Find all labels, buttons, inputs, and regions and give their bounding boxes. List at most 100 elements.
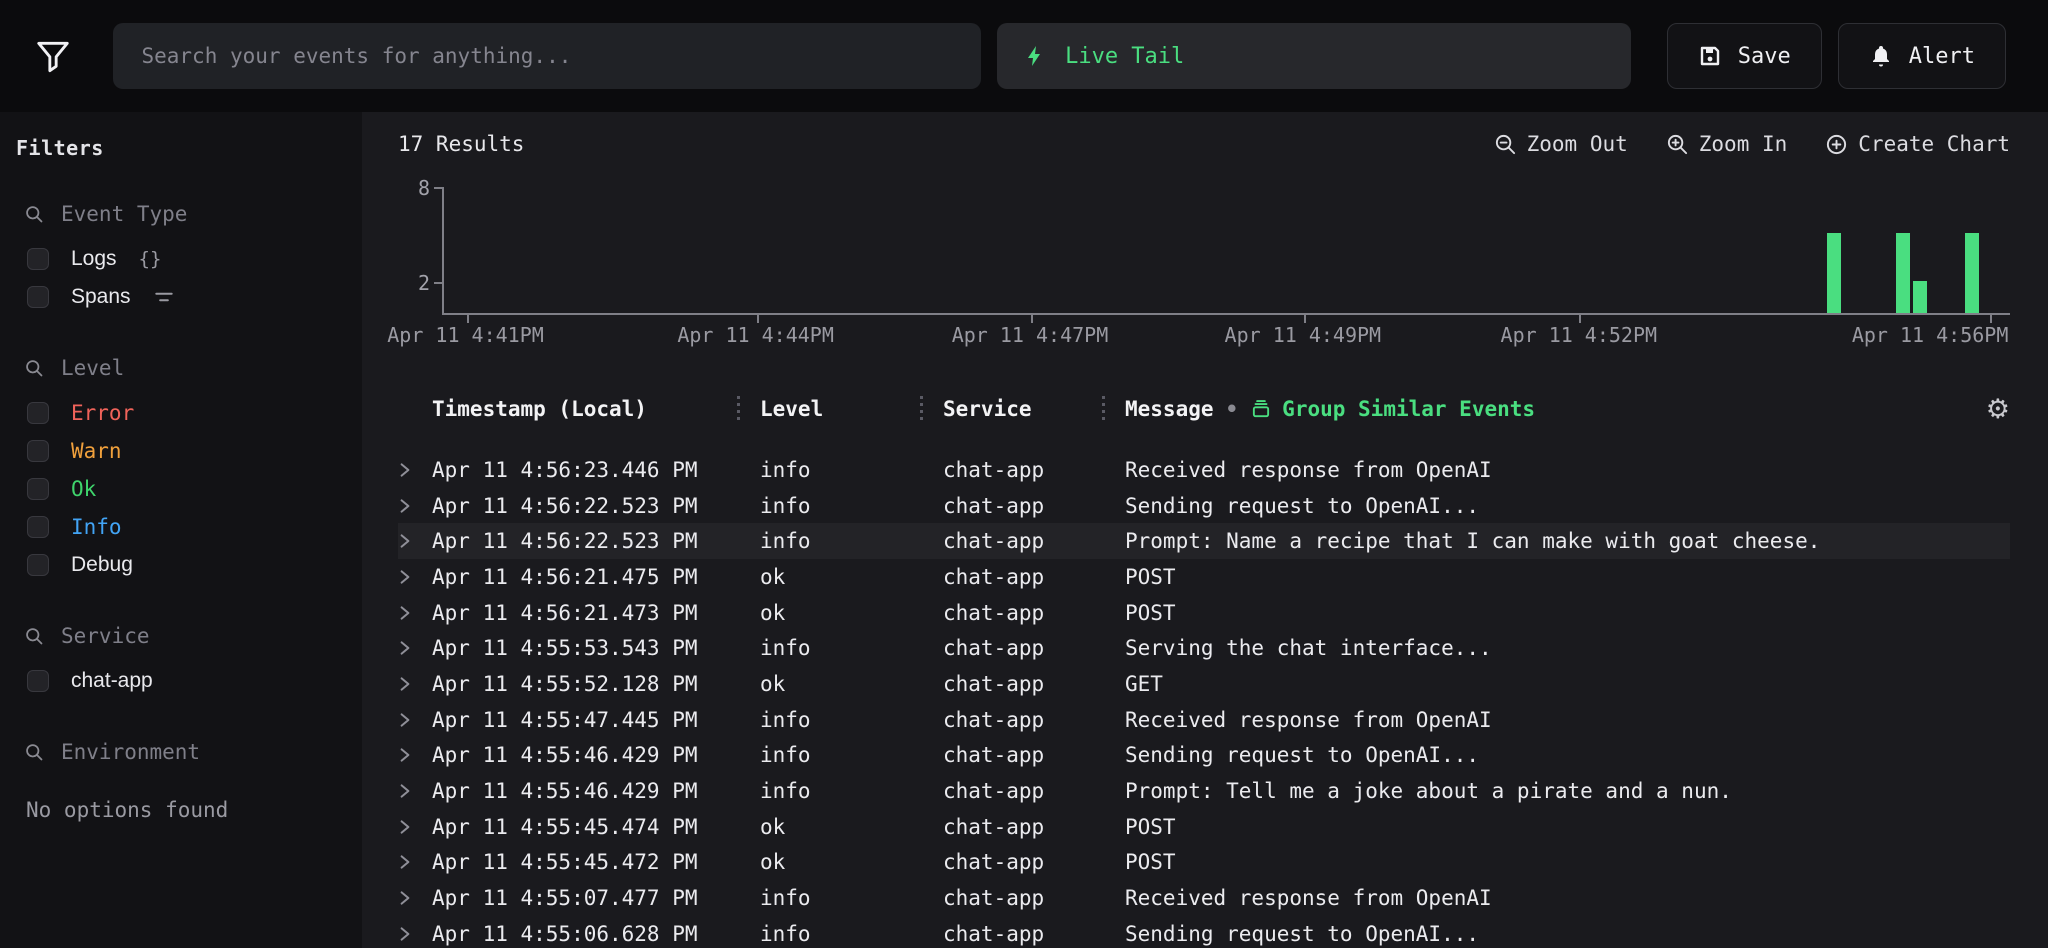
cell-service: chat-app — [922, 922, 1104, 946]
alert-label: Alert — [1909, 44, 1975, 69]
column-resize-handle[interactable] — [920, 396, 923, 422]
cell-timestamp: Apr 11 4:55:53.543 PM — [432, 636, 739, 660]
save-button[interactable]: Save — [1667, 23, 1822, 89]
zoom-in-button[interactable]: Zoom In — [1666, 132, 1788, 156]
cell-level: ok — [739, 601, 922, 625]
y-axis-label: 2 — [398, 271, 430, 295]
facet-search-service — [16, 620, 350, 652]
checkbox[interactable] — [27, 554, 49, 576]
table-settings-gear-icon[interactable]: ⚙ — [1986, 396, 2010, 423]
cell-timestamp: Apr 11 4:56:23.446 PM — [432, 458, 739, 482]
facet-option-logs[interactable]: Logs{} — [16, 240, 350, 278]
facet-search-input-service[interactable] — [61, 624, 281, 648]
facet-search-environment — [16, 736, 350, 768]
cell-level: ok — [739, 815, 922, 839]
table-row[interactable]: Apr 11 4:56:23.446 PMinfochat-appReceive… — [398, 452, 2010, 488]
column-header-level: Level — [739, 397, 922, 421]
facet-group-environment: No options found — [16, 736, 350, 822]
checkbox[interactable] — [27, 670, 49, 692]
facet-option-error[interactable]: Error — [16, 394, 350, 432]
facet-options-level: Error Warn Ok InfoDebug — [16, 394, 350, 584]
spans-icon-wrap — [153, 288, 175, 306]
table-row[interactable]: Apr 11 4:56:22.523 PMinfochat-appPrompt:… — [398, 523, 2010, 559]
cell-message: Prompt: Name a recipe that I can make wi… — [1104, 529, 2010, 553]
facet-option-label: Ok — [71, 477, 96, 501]
facet-group-service: chat-app — [16, 620, 350, 700]
chevron-right-icon — [398, 889, 412, 907]
search-icon — [24, 742, 45, 763]
table-row[interactable]: Apr 11 4:55:45.472 PMokchat-appPOST — [398, 845, 2010, 881]
facet-option-ok[interactable]: Ok — [16, 470, 350, 508]
table-row[interactable]: Apr 11 4:55:52.128 PMokchat-appGET — [398, 666, 2010, 702]
search-input[interactable] — [113, 23, 981, 89]
table-row[interactable]: Apr 11 4:56:22.523 PMinfochat-appSending… — [398, 488, 2010, 524]
cell-timestamp: Apr 11 4:56:22.523 PM — [432, 529, 739, 553]
x-axis-label: Apr 11 4:52PM — [1501, 323, 1658, 347]
checkbox[interactable] — [27, 402, 49, 424]
zoom-out-button[interactable]: Zoom Out — [1494, 132, 1628, 156]
table-row[interactable]: Apr 11 4:55:47.445 PMinfochat-appReceive… — [398, 702, 2010, 738]
bullet-separator: • — [1226, 397, 1239, 421]
facet-search-input-level[interactable] — [61, 356, 281, 380]
table-row[interactable]: Apr 11 4:55:06.628 PMinfochat-appSending… — [398, 916, 2010, 948]
facet-option-chat-app[interactable]: chat-app — [16, 662, 350, 700]
cell-message: POST — [1104, 565, 2010, 589]
chevron-right-icon — [398, 639, 412, 657]
table-row[interactable]: Apr 11 4:55:46.429 PMinfochat-appPrompt:… — [398, 773, 2010, 809]
chart-plot-area[interactable]: 28 — [442, 187, 2010, 315]
facet-groups: Logs{}Spans Error Warn Ok InfoDebug chat-app N… — [16, 198, 350, 822]
facet-search-event-type — [16, 198, 350, 230]
table-row[interactable]: Apr 11 4:55:46.429 PMinfochat-appSending… — [398, 738, 2010, 774]
table-header: Timestamp (Local) Level Service Message … — [398, 391, 2010, 427]
row-expand-cell — [398, 604, 432, 622]
live-tail-button[interactable]: Live Tail — [997, 23, 1631, 89]
checkbox[interactable] — [27, 478, 49, 500]
checkbox[interactable] — [27, 248, 49, 270]
cell-level: info — [739, 922, 922, 946]
alert-button[interactable]: Alert — [1838, 23, 2006, 89]
cell-level: info — [739, 458, 922, 482]
facet-option-spans[interactable]: Spans — [16, 278, 350, 316]
table-row[interactable]: Apr 11 4:56:21.475 PMokchat-appPOST — [398, 559, 2010, 595]
cell-level: info — [739, 529, 922, 553]
cell-timestamp: Apr 11 4:55:06.628 PM — [432, 922, 739, 946]
facet-option-debug[interactable]: Debug — [16, 546, 350, 584]
facet-option-label: Warn — [71, 439, 122, 463]
row-expand-cell — [398, 925, 432, 943]
create-chart-label: Create Chart — [1858, 132, 2010, 156]
checkbox[interactable] — [27, 440, 49, 462]
save-label: Save — [1738, 44, 1791, 69]
chevron-right-icon — [398, 568, 412, 586]
cell-level: ok — [739, 565, 922, 589]
chevron-right-icon — [398, 461, 412, 479]
row-expand-cell — [398, 746, 432, 764]
table-row[interactable]: Apr 11 4:55:45.474 PMokchat-appPOST — [398, 809, 2010, 845]
facet-search-input-environment[interactable] — [61, 740, 281, 764]
table-row[interactable]: Apr 11 4:55:07.477 PMinfochat-appReceive… — [398, 880, 2010, 916]
row-expand-cell — [398, 782, 432, 800]
cell-timestamp: Apr 11 4:55:45.474 PM — [432, 815, 739, 839]
create-chart-button[interactable]: Create Chart — [1825, 132, 2010, 156]
column-resize-handle[interactable] — [1102, 396, 1105, 422]
braces-icon: {} — [139, 248, 162, 270]
filters-title: Filters — [16, 134, 350, 162]
table-row[interactable]: Apr 11 4:55:53.543 PMinfochat-appServing… — [398, 630, 2010, 666]
cell-service: chat-app — [922, 601, 1104, 625]
filter-funnel-icon[interactable] — [28, 36, 77, 76]
checkbox[interactable] — [27, 516, 49, 538]
bell-icon — [1869, 44, 1893, 68]
lightning-icon — [1023, 42, 1047, 70]
cell-timestamp: Apr 11 4:55:45.472 PM — [432, 850, 739, 874]
facet-option-warn[interactable]: Warn — [16, 432, 350, 470]
row-expand-cell — [398, 639, 432, 657]
facet-search-input-event-type[interactable] — [61, 202, 281, 226]
group-similar-events-button[interactable]: Group Similar Events — [1250, 397, 1535, 421]
facet-option-info[interactable]: Info — [16, 508, 350, 546]
table-row[interactable]: Apr 11 4:56:21.473 PMokchat-appPOST — [398, 595, 2010, 631]
cell-service: chat-app — [922, 815, 1104, 839]
checkbox[interactable] — [27, 286, 49, 308]
chevron-right-icon — [398, 746, 412, 764]
y-axis-tick — [434, 282, 443, 284]
column-resize-handle[interactable] — [737, 396, 740, 422]
row-expand-cell — [398, 461, 432, 479]
